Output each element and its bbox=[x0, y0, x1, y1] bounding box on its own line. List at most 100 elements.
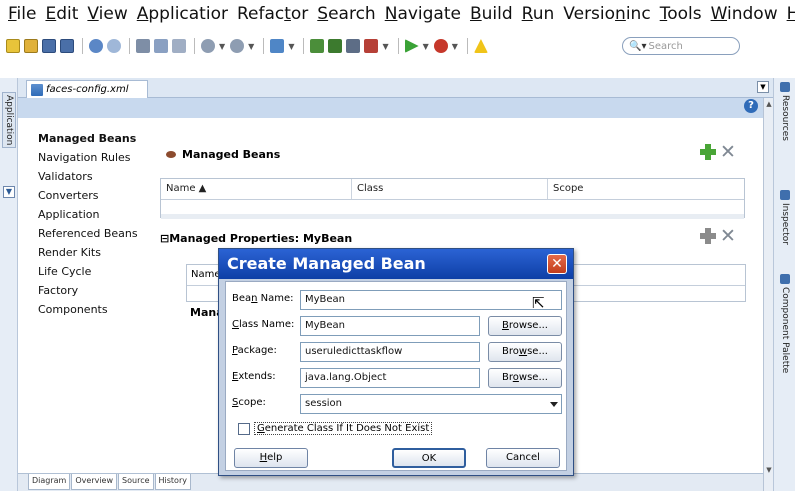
menu-item[interactable]: Search bbox=[317, 4, 375, 24]
component-palette-tab[interactable]: Component Palette bbox=[777, 274, 793, 373]
cut-icon[interactable] bbox=[136, 39, 150, 53]
chevron-down-icon[interactable]: ▼ bbox=[219, 42, 225, 51]
package-label: Package: bbox=[232, 345, 277, 356]
nav-item[interactable]: Render Kits bbox=[38, 243, 158, 262]
class-name-field[interactable]: MyBean bbox=[300, 316, 480, 336]
browse-class-button[interactable]: Browse... bbox=[488, 316, 562, 336]
ok-button[interactable]: OK bbox=[392, 448, 466, 468]
deploy-all-icon[interactable] bbox=[328, 39, 343, 53]
dialog-title-bar[interactable]: Create Managed Bean ✕ bbox=[219, 249, 573, 279]
paste-icon[interactable] bbox=[172, 39, 186, 53]
help-button[interactable]: Help bbox=[234, 448, 308, 468]
chevron-down-icon[interactable]: ▼ bbox=[248, 42, 254, 51]
warning-icon[interactable] bbox=[473, 39, 488, 53]
browse-package-button[interactable]: Browse... bbox=[488, 342, 562, 362]
copy-icon[interactable] bbox=[154, 39, 168, 53]
undo-icon[interactable] bbox=[89, 39, 103, 53]
tab-list-icon[interactable]: ▼ bbox=[757, 81, 769, 93]
scroll-down-icon[interactable]: ▼ bbox=[765, 466, 773, 474]
run-icon[interactable] bbox=[404, 39, 419, 53]
package-field[interactable]: useruledicttaskflow bbox=[300, 342, 480, 362]
bug-icon[interactable] bbox=[364, 39, 379, 53]
menu-item[interactable]: Window bbox=[711, 4, 778, 24]
bottom-tab[interactable]: Overview bbox=[71, 474, 118, 490]
table-header-divider bbox=[161, 199, 744, 200]
menu-item[interactable]: Run bbox=[522, 4, 555, 24]
cancel-button[interactable]: Cancel bbox=[486, 448, 560, 468]
help-icon[interactable]: ? bbox=[744, 99, 758, 113]
search-input[interactable]: 🔍▾ Search bbox=[622, 37, 740, 55]
scroll-up-icon[interactable]: ▲ bbox=[765, 100, 773, 108]
menu-item[interactable]: View bbox=[87, 4, 127, 24]
menu-item[interactable]: Edit bbox=[45, 4, 78, 24]
menu-item[interactable]: Help bbox=[787, 4, 795, 24]
collapse-icon[interactable]: ▼ bbox=[3, 186, 15, 198]
scope-select[interactable]: session bbox=[300, 394, 562, 414]
nav-item[interactable]: Life Cycle bbox=[38, 262, 158, 281]
table-row[interactable] bbox=[161, 214, 744, 219]
menu-item[interactable]: Tools bbox=[660, 4, 702, 24]
debug-icon[interactable] bbox=[433, 39, 448, 53]
redo-icon[interactable] bbox=[107, 39, 121, 53]
editor-tab[interactable]: faces-config.xml bbox=[26, 80, 148, 98]
column-header-class[interactable]: Class bbox=[352, 179, 548, 199]
generate-class-row[interactable]: Generate Class If It Does Not Exist bbox=[238, 422, 433, 435]
browse-extends-button[interactable]: Browse... bbox=[488, 368, 562, 388]
add-icon[interactable] bbox=[700, 144, 716, 160]
bottom-tab[interactable]: Diagram bbox=[28, 474, 71, 490]
managed-beans-table[interactable]: Name ▲ Class Scope bbox=[160, 178, 745, 219]
managed-properties-header[interactable]: ⊟Managed Properties: MyBean bbox=[160, 232, 352, 245]
column-header-scope[interactable]: Scope bbox=[548, 179, 744, 199]
save-icon[interactable] bbox=[42, 39, 56, 53]
add-icon[interactable] bbox=[700, 228, 716, 244]
new-icon[interactable] bbox=[6, 39, 20, 53]
menu-item[interactable]: Navigate bbox=[385, 4, 461, 24]
scope-row: Scope: session bbox=[232, 394, 562, 414]
menu-item[interactable]: Refactor bbox=[237, 4, 308, 24]
chevron-down-icon[interactable]: ▼ bbox=[382, 42, 388, 51]
nav-item[interactable]: Application bbox=[38, 205, 158, 224]
bottom-tab[interactable]: Source bbox=[118, 474, 154, 490]
vertical-scrollbar[interactable]: ▲ ▼ bbox=[763, 98, 773, 491]
delete-icon[interactable]: ✕ bbox=[720, 143, 736, 162]
generate-class-label[interactable]: Generate Class If It Does Not Exist bbox=[254, 422, 433, 435]
nav-item[interactable]: Components bbox=[38, 300, 158, 319]
nav-item[interactable]: Referenced Beans bbox=[38, 224, 158, 243]
delete-icon[interactable]: ✕ bbox=[720, 227, 736, 246]
extends-field[interactable]: java.lang.Object bbox=[300, 368, 480, 388]
nav-item[interactable]: Converters bbox=[38, 186, 158, 205]
menu-item[interactable]: Versioninc bbox=[563, 4, 650, 24]
make-icon[interactable] bbox=[270, 39, 285, 53]
menu-item[interactable]: Applicatior bbox=[137, 4, 228, 24]
chevron-down-icon[interactable]: ▼ bbox=[423, 42, 429, 51]
bean-name-field[interactable]: MyBean bbox=[300, 290, 562, 310]
open-icon[interactable] bbox=[24, 39, 38, 53]
menu-item[interactable]: Build bbox=[470, 4, 513, 24]
close-icon[interactable]: ✕ bbox=[547, 254, 567, 274]
inspector-tab[interactable]: Inspector bbox=[777, 190, 793, 245]
scope-selected-value: session bbox=[305, 398, 343, 409]
dialog-title: Create Managed Bean bbox=[227, 254, 426, 273]
collapse-toggle-icon[interactable]: ⊟ bbox=[160, 232, 169, 245]
bean-name-row: Bean Name: MyBean ⇱ bbox=[232, 290, 562, 312]
deploy-icon[interactable] bbox=[310, 39, 325, 53]
column-header-name[interactable]: Name bbox=[191, 269, 221, 280]
scope-label: Scope: bbox=[232, 397, 266, 408]
resources-tab[interactable]: Resources bbox=[777, 82, 793, 141]
save-all-icon[interactable] bbox=[60, 39, 74, 53]
tools-icon[interactable] bbox=[346, 39, 361, 53]
column-header-name[interactable]: Name ▲ bbox=[161, 179, 352, 199]
bottom-tab[interactable]: History bbox=[154, 474, 191, 490]
application-tab[interactable]: Application bbox=[2, 92, 16, 148]
menu-item[interactable]: File bbox=[8, 4, 36, 24]
forward-icon[interactable] bbox=[230, 39, 245, 53]
chevron-down-icon[interactable] bbox=[550, 402, 558, 407]
chevron-down-icon[interactable]: ▼ bbox=[452, 42, 458, 51]
back-icon[interactable] bbox=[201, 39, 215, 53]
nav-item[interactable]: Factory bbox=[38, 281, 158, 300]
nav-item[interactable]: Managed Beans bbox=[38, 129, 158, 148]
nav-item[interactable]: Navigation Rules bbox=[38, 148, 158, 167]
nav-item[interactable]: Validators bbox=[38, 167, 158, 186]
chevron-down-icon[interactable]: ▼ bbox=[288, 42, 294, 51]
generate-class-checkbox[interactable] bbox=[238, 422, 250, 435]
